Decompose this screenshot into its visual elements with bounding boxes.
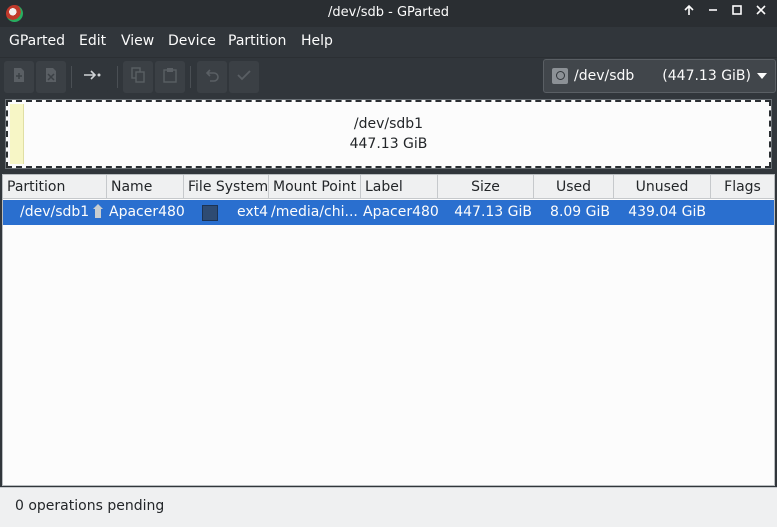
apply-button[interactable]: [229, 61, 259, 93]
column-header-used[interactable]: Used: [534, 175, 614, 199]
column-header-name[interactable]: Name: [107, 175, 184, 199]
mounted-key-icon: [93, 204, 103, 218]
menu-help[interactable]: Help: [301, 33, 333, 49]
undo-icon: [204, 68, 220, 86]
menu-bar: GParted Edit View Device Partition Help: [0, 27, 777, 57]
paste-icon: [163, 67, 177, 87]
cell-used: 8.09 GiB: [550, 204, 610, 220]
menu-edit[interactable]: Edit: [79, 33, 106, 49]
column-header-partition[interactable]: Partition: [3, 175, 107, 199]
chevron-down-icon: [757, 73, 767, 79]
apply-icon: [236, 68, 252, 86]
device-name: /dev/sdb: [574, 68, 635, 84]
delete-partition-button[interactable]: [36, 61, 66, 93]
cell-size: 447.13 GiB: [454, 204, 532, 220]
column-header-label[interactable]: Label: [361, 175, 438, 199]
column-header-flags[interactable]: Flags: [711, 175, 774, 199]
copy-button[interactable]: [123, 61, 153, 93]
hard-disk-icon: [552, 68, 568, 84]
close-icon[interactable]: [752, 4, 770, 22]
undo-button[interactable]: [197, 61, 227, 93]
menu-device[interactable]: Device: [168, 33, 216, 49]
cell-partition: /dev/sdb1: [20, 204, 90, 220]
toolbar-separator: [190, 66, 191, 88]
graph-partition-name: /dev/sdb1: [353, 116, 424, 132]
menu-view[interactable]: View: [121, 33, 154, 49]
toolbar-separator: [71, 66, 72, 88]
title-bar: /dev/sdb - GParted: [0, 0, 777, 27]
restore-icon[interactable]: [680, 4, 698, 22]
status-bar: 0 operations pending: [0, 487, 777, 527]
new-partition-icon: [12, 67, 26, 87]
device-size: (447.13 GiB): [662, 68, 751, 84]
toolbar-separator: [117, 66, 118, 88]
paste-button[interactable]: [155, 61, 185, 93]
table-header: Partition Name File System Mount Point L…: [3, 175, 774, 199]
copy-icon: [131, 67, 145, 87]
graph-partition-size: 447.13 GiB: [349, 136, 428, 152]
column-header-size[interactable]: Size: [438, 175, 534, 199]
menu-partition[interactable]: Partition: [228, 33, 286, 49]
window-title: /dev/sdb - GParted: [328, 5, 449, 20]
filesystem-color-swatch: [202, 205, 218, 221]
partition-table: Partition Name File System Mount Point L…: [2, 174, 775, 486]
column-header-unused[interactable]: Unused: [614, 175, 711, 199]
resize-move-button[interactable]: [78, 61, 108, 93]
new-partition-button[interactable]: [4, 61, 34, 93]
cell-unused: 439.04 GiB: [628, 204, 706, 220]
column-header-file-system[interactable]: File System: [184, 175, 269, 199]
disk-graph-area: /dev/sdb1 447.13 GiB: [0, 96, 777, 174]
device-selector[interactable]: /dev/sdb (447.13 GiB): [543, 59, 776, 93]
table-row[interactable]: /dev/sdb1 Apacer480 ext4 /media/chi... A…: [3, 200, 774, 225]
column-header-mount-point[interactable]: Mount Point: [269, 175, 361, 199]
menu-gparted[interactable]: GParted: [9, 33, 65, 49]
minimize-icon[interactable]: [704, 4, 722, 22]
cell-file-system: ext4: [237, 204, 269, 220]
cell-flags: [711, 200, 774, 225]
partition-visual-sdb1[interactable]: /dev/sdb1 447.13 GiB: [5, 99, 772, 169]
cell-name: Apacer480: [109, 204, 185, 220]
cell-label: Apacer480: [363, 204, 439, 220]
operations-pending-status: 0 operations pending: [15, 498, 165, 514]
resize-move-icon: [83, 69, 103, 85]
used-space-bar: [10, 104, 24, 164]
cell-mount-point: /media/chi...: [271, 204, 358, 220]
maximize-icon[interactable]: [728, 4, 746, 22]
delete-partition-icon: [44, 67, 58, 87]
